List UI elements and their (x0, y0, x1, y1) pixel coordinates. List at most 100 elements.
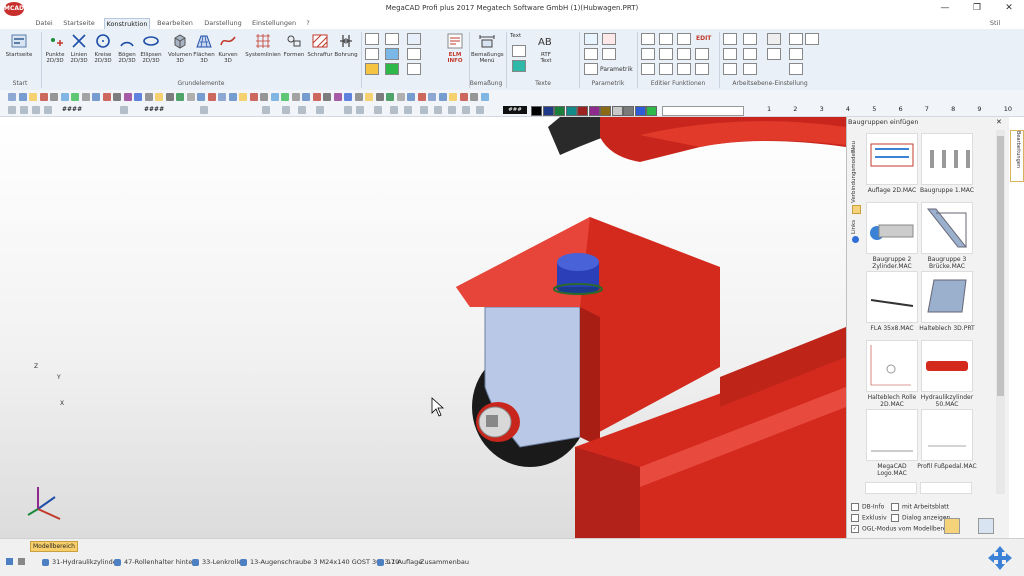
maximize-button[interactable]: ❐ (962, 0, 992, 16)
toolbar-tool-icon[interactable] (197, 93, 205, 101)
color-swatch[interactable] (531, 106, 542, 116)
toolbar-tool-icon[interactable] (375, 93, 384, 101)
color-swatch[interactable] (623, 106, 634, 116)
scrollbar-thumb[interactable] (997, 136, 1004, 396)
structure-item[interactable]: 31-Hydraulikzylinder (42, 558, 119, 566)
toolbar-tool-icon[interactable] (417, 93, 426, 101)
param-icon-5[interactable] (584, 63, 598, 75)
color-swatch[interactable] (600, 106, 611, 116)
param-icon-1[interactable] (584, 33, 598, 45)
toolbar-tool-icon[interactable] (207, 93, 216, 101)
workplane-axis-icon[interactable] (723, 48, 737, 60)
attribute-tool-icon[interactable] (344, 106, 352, 114)
toolbar-tool-icon[interactable] (344, 93, 352, 101)
toolbar-tool-icon[interactable] (291, 93, 300, 101)
assembly-item[interactable]: Baugruppe 1.MAC (912, 133, 982, 199)
panel-scrollbar[interactable] (996, 130, 1005, 494)
structure-item[interactable]: 33-Lenkrolle (192, 558, 242, 566)
param-icon-4[interactable] (602, 48, 616, 60)
workplane-yz-icon[interactable] (743, 33, 757, 45)
toolbar-tool-icon[interactable] (365, 93, 373, 101)
hatch-selector-2[interactable]: #### (144, 106, 164, 113)
toolbar-tool-icon[interactable] (50, 93, 58, 101)
toolbar-tool-icon[interactable] (459, 93, 468, 101)
kurven-button[interactable]: Kurven 3D (216, 33, 240, 64)
punkte-button[interactable]: Punkte 2D/3D (43, 33, 67, 64)
toolbar-tool-icon[interactable] (134, 93, 142, 101)
rtf-text-button[interactable]: AB RTF Text (534, 33, 558, 64)
toolbar-tool-icon[interactable] (281, 93, 289, 101)
workplane-xy-icon[interactable] (723, 33, 737, 45)
toolbar-tool-icon[interactable] (18, 93, 27, 101)
workplane-origin-icon[interactable] (723, 63, 737, 75)
insert-icon[interactable] (944, 518, 960, 534)
attribute-tool-icon[interactable] (374, 106, 382, 114)
param-icon-3[interactable] (584, 48, 598, 60)
structure-item[interactable]: 47-Rollenhalter hinten (114, 558, 196, 566)
tab-datei[interactable]: Datei (32, 18, 56, 29)
text-edit-icon[interactable] (512, 60, 526, 72)
chamfer-icon[interactable] (659, 63, 673, 75)
toolbar-tool-icon[interactable] (113, 93, 121, 101)
elm-info-button[interactable]: ELM INFO (443, 33, 467, 64)
color-swatch[interactable] (542, 106, 554, 116)
offset-icon[interactable] (677, 63, 691, 75)
refresh-icon[interactable] (978, 518, 994, 534)
table-icon[interactable] (365, 48, 379, 60)
bemassungs-menu-button[interactable]: Bemaßungs Menü (471, 33, 504, 64)
toolbar-tool-icon[interactable] (407, 93, 415, 101)
toolbar-tool-icon[interactable] (428, 93, 436, 101)
workplane-reset-icon[interactable] (743, 63, 757, 75)
attribute-tool-icon[interactable] (476, 106, 484, 114)
style-selector[interactable]: Stil (985, 18, 1005, 29)
toolbar-tool-icon[interactable] (39, 93, 48, 101)
structure-item[interactable]: Zusammenbau (420, 558, 469, 566)
assembly-item[interactable]: Baugruppe 3 Brücke.MAC (912, 202, 982, 270)
toolbar-tool-icon[interactable] (323, 93, 331, 101)
workplane-square-icon[interactable] (767, 33, 781, 45)
toolbar-tool-icon[interactable] (186, 93, 195, 101)
attribute-tool-icon[interactable] (448, 106, 456, 114)
structure-item[interactable]: 11-Auflage (377, 558, 422, 566)
workplane-view-icon[interactable] (789, 48, 803, 60)
tab-konstruktion[interactable]: Konstruktion (104, 18, 150, 29)
checkbox-box[interactable] (851, 503, 859, 511)
toolbar-tool-icon[interactable] (176, 93, 184, 101)
parametrik-button[interactable]: Parametrik (600, 66, 633, 73)
toolbar-tool-icon[interactable] (333, 93, 342, 101)
attribute-tool-icon[interactable] (8, 106, 16, 114)
color-swatch[interactable] (554, 106, 565, 116)
attribute-tool-icon[interactable] (20, 106, 28, 114)
toolbar-tool-icon[interactable] (302, 93, 310, 101)
workplane-plane-icon[interactable] (767, 48, 781, 60)
attribute-tool-icon[interactable] (356, 106, 364, 114)
workplane-list-icon[interactable] (789, 63, 803, 75)
toolbar-tool-icon[interactable] (249, 93, 258, 101)
checkbox-box[interactable] (891, 514, 899, 522)
attribute-tool-icon[interactable] (404, 106, 412, 114)
toolbar-tool-icon[interactable] (386, 93, 394, 101)
attribute-tool-icon[interactable] (390, 106, 398, 114)
move-icon[interactable] (677, 33, 691, 45)
volumen-button[interactable]: Volumen 3D (168, 33, 192, 64)
option-checkbox[interactable]: DB-Info (851, 503, 884, 511)
toolbar-tool-icon[interactable] (60, 93, 69, 101)
attribute-tool-icon[interactable] (44, 106, 52, 114)
kreise-button[interactable]: Kreise 2D/3D (91, 33, 115, 64)
color-swatch[interactable] (634, 106, 646, 116)
toolbar-tool-icon[interactable] (480, 93, 489, 101)
tab-bearbeiten[interactable]: Bearbeiten (155, 18, 195, 29)
attribute-tool-icon[interactable] (420, 106, 428, 114)
tab-einstellungen[interactable]: Einstellungen (252, 18, 296, 29)
rotate-icon[interactable] (677, 48, 691, 60)
toolbar-tool-icon[interactable] (470, 93, 478, 101)
color-swatch[interactable] (646, 106, 657, 116)
close-button[interactable]: ✕ (994, 0, 1024, 16)
navigation-cube-icon[interactable] (986, 545, 1014, 571)
attribute-tool-icon[interactable] (282, 106, 290, 114)
toolbar-tool-icon[interactable] (29, 93, 37, 101)
toolbar-tool-icon[interactable] (396, 93, 405, 101)
color-swatch[interactable] (577, 106, 588, 116)
minimize-button[interactable]: — (930, 0, 960, 16)
3d-viewport[interactable]: Z Y X (0, 117, 846, 538)
